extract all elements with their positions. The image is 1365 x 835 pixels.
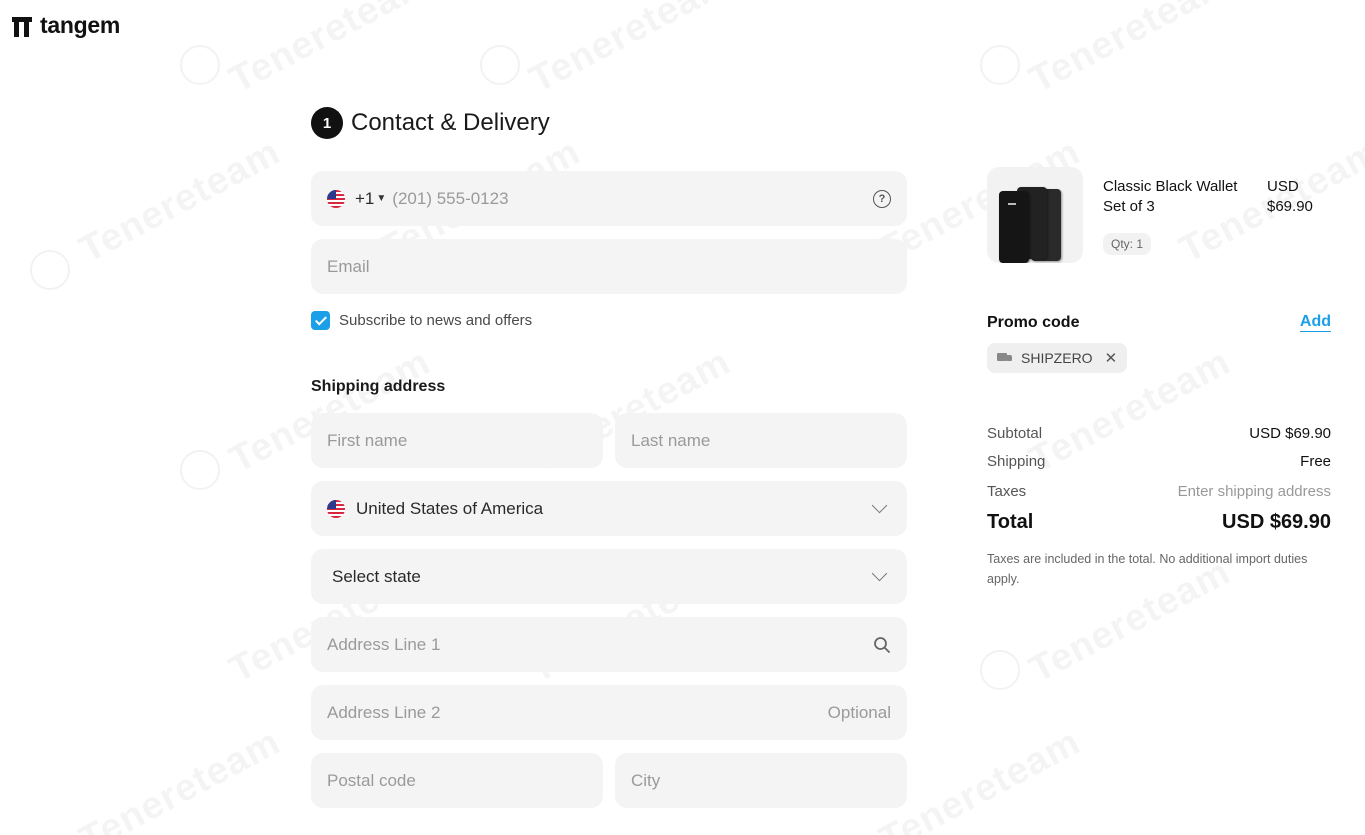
shipping-row: Shipping Free [987,453,1331,470]
chevron-down-icon [871,565,888,582]
address-line-1-field[interactable]: Address Line 1 [311,617,907,672]
step-number-badge: 1 [311,107,343,139]
watermark-logo-icon [480,45,520,85]
subtotal-value: USD $69.90 [1249,425,1331,442]
optional-hint: Optional [827,702,891,722]
promo-code-value: SHIPZERO [1021,350,1093,366]
product-qty: Qty: 1 [1103,233,1152,255]
first-name-input[interactable]: First name [327,431,407,451]
shipping-label: Shipping [987,453,1046,470]
product-amount: $69.90 [1267,198,1313,215]
taxes-label: Taxes [987,483,1027,500]
subscribe-label: Subscribe to news and offers [339,312,533,329]
tax-note: Taxes are included in the total. No addi… [987,552,1308,586]
subtotal-label: Subtotal [987,425,1043,442]
city-field[interactable]: City [615,753,907,808]
watermark-text: Tenereteam [523,0,738,102]
tangem-logo-icon [12,14,32,38]
shipping-value: Free [1300,453,1331,470]
question-circle-icon[interactable]: ? [873,189,891,208]
shipping-address-title: Shipping address [311,378,446,395]
caret-down-icon[interactable]: ▼ [376,193,386,204]
us-flag-icon [327,189,345,208]
product-price: USD $69.90 [1267,177,1331,217]
watermark-text: Tenereteam [73,721,288,835]
total-row: Total USD $69.90 [987,511,1331,534]
city-input[interactable]: City [631,771,660,791]
last-name-input[interactable]: Last name [631,431,710,451]
phone-country-code[interactable]: +1 [355,189,374,209]
watermark-text: Tenereteam [1023,0,1238,102]
watermark-logo-icon [30,250,70,290]
phone-input[interactable]: (201) 555-0123 [392,189,873,209]
total-value: USD $69.90 [1222,511,1331,533]
email-field[interactable]: Email [311,239,907,294]
step-heading: 1 Contact & Delivery [311,105,907,141]
taxes-row: Taxes Enter shipping address [987,483,1331,500]
watermark-logo-icon [180,450,220,490]
search-icon [874,636,890,653]
country-value: United States of America [356,498,544,518]
address-line-2-input[interactable]: Address Line 2 [327,703,828,723]
product-currency: USD [1267,178,1299,195]
country-select[interactable]: United States of America [311,481,907,536]
promo-add-link[interactable]: Add [1299,313,1331,332]
checkout-form: 1 Contact & Delivery +1 ▼ (201) 555-0123… [311,105,907,808]
taxes-value: Enter shipping address [1177,483,1331,500]
watermark-logo-icon [980,650,1020,690]
close-icon[interactable]: ✕ [1105,349,1118,367]
phone-field[interactable]: +1 ▼ (201) 555-0123 ? [311,171,907,226]
product-name: Classic Black Wallet Set of 3 [1103,178,1238,215]
promo-code-label: Promo code [987,314,1080,331]
truck-icon [997,353,1013,363]
last-name-field[interactable]: Last name [615,413,907,468]
postal-code-field[interactable]: Postal code [311,753,603,808]
postal-code-input[interactable]: Postal code [327,771,416,791]
brand-logo[interactable]: tangem [12,12,120,39]
watermark-text: Tenereteam [73,131,288,272]
chevron-down-icon [871,497,888,514]
address-line-2-field[interactable]: Address Line 2 Optional [311,685,907,740]
subscribe-row[interactable]: Subscribe to news and offers [311,311,532,330]
address-line-1-input[interactable]: Address Line 1 [327,635,873,655]
watermark-logo-icon [980,45,1020,85]
product-image [987,167,1083,263]
promo-chip: SHIPZERO ✕ [987,343,1128,373]
first-name-field[interactable]: First name [311,413,603,468]
email-input[interactable]: Email [327,257,891,277]
subtotal-row: Subtotal USD $69.90 [987,425,1331,442]
brand-name: tangem [40,12,120,38]
state-value: Select state [332,566,421,586]
us-flag-icon [327,499,345,518]
state-select[interactable]: Select state [311,549,907,604]
subscribe-checkbox[interactable] [311,311,330,330]
step-title: Contact & Delivery [351,109,550,136]
watermark-logo-icon [180,45,220,85]
total-label: Total [987,511,1034,533]
watermark-text: Tenereteam [223,0,438,102]
